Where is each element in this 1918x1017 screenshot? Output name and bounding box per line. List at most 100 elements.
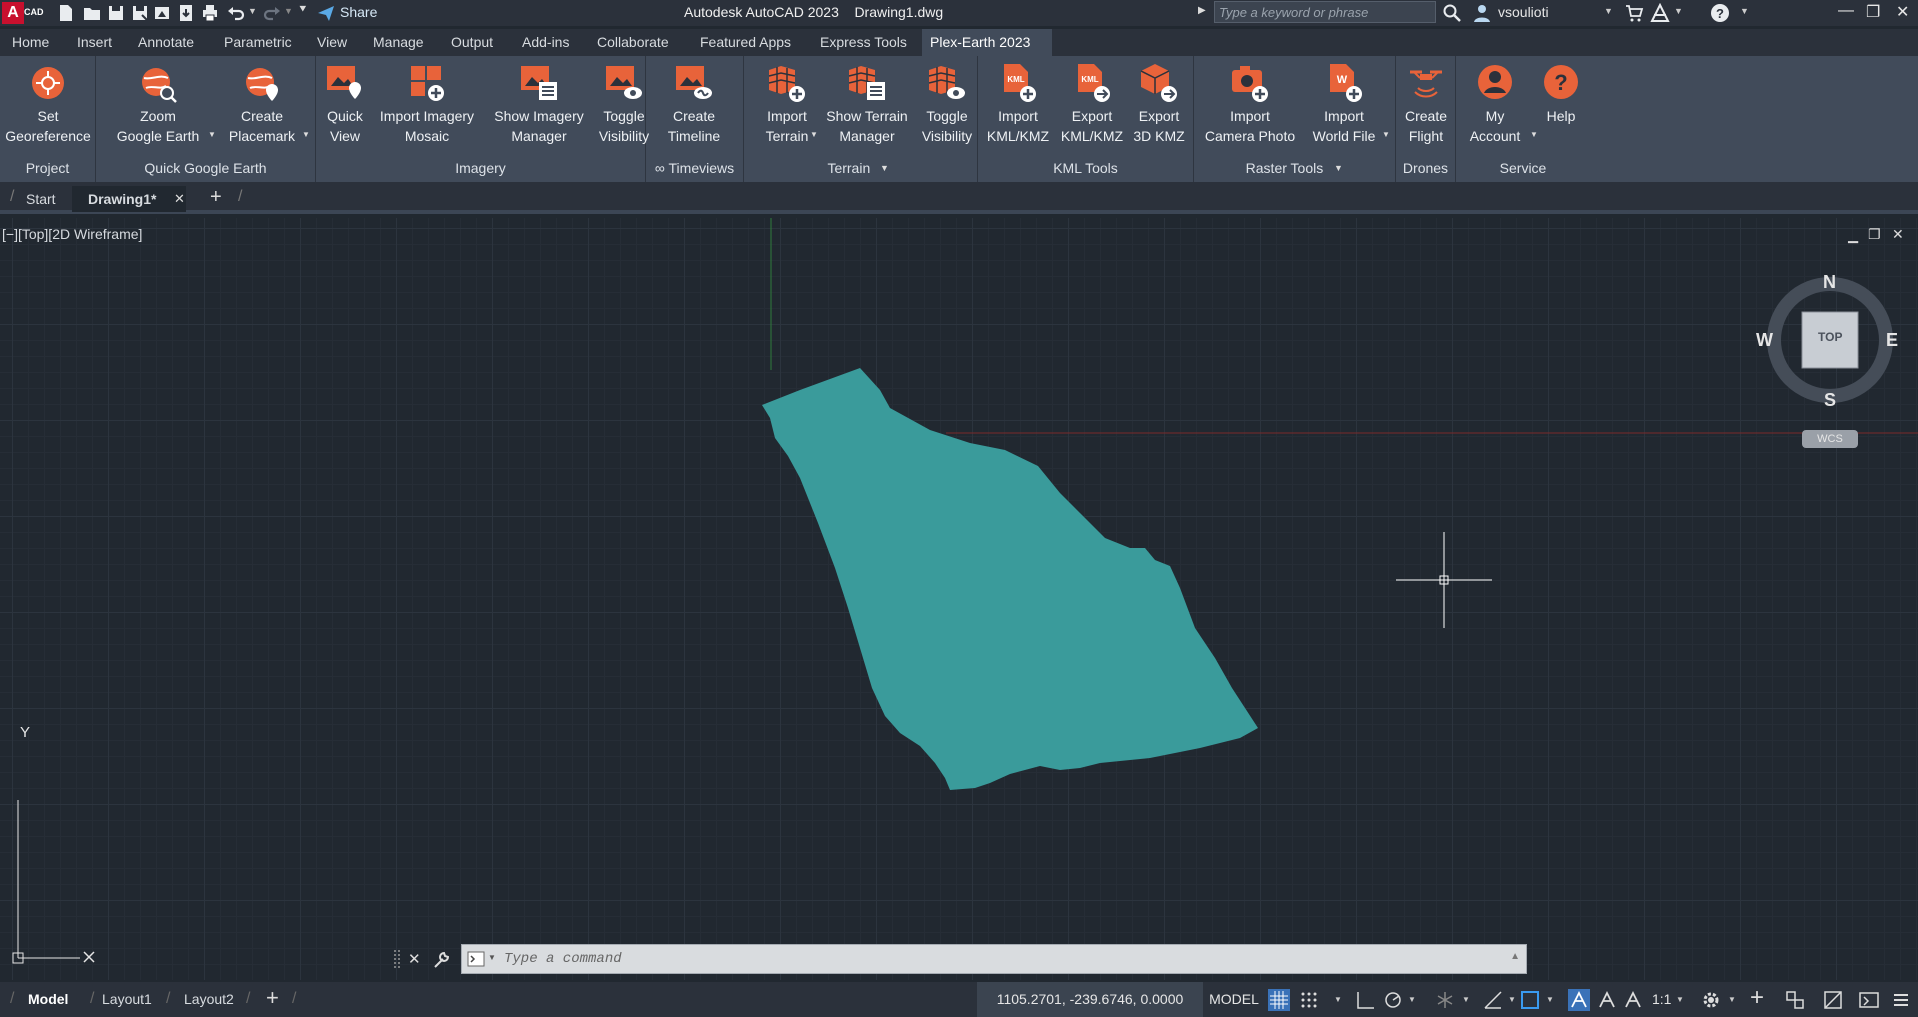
undo-dropdown-icon[interactable]: ▼ bbox=[248, 6, 257, 16]
annotation-visibility-icon[interactable] bbox=[1568, 989, 1590, 1011]
plot-icon[interactable] bbox=[200, 3, 220, 23]
compass-south-label[interactable]: S bbox=[1824, 390, 1836, 411]
polar-dropdown-icon[interactable]: ▼ bbox=[1408, 995, 1416, 1004]
customize-toolbar-icon[interactable]: ⯆ bbox=[298, 2, 308, 17]
redo-dropdown-icon[interactable]: ▼ bbox=[284, 6, 293, 16]
undo-icon[interactable] bbox=[226, 3, 246, 23]
snap-mode-icon[interactable] bbox=[1298, 989, 1320, 1011]
export-kml-kmz-button[interactable]: KML Export KML/KMZ bbox=[1056, 62, 1128, 146]
chevron-down-icon[interactable]: ▼ bbox=[1530, 130, 1538, 139]
import-kml-kmz-button[interactable]: KML Import KML/KMZ bbox=[982, 62, 1054, 146]
search-expand-icon[interactable]: ▶ bbox=[1198, 5, 1206, 16]
close-command-line-icon[interactable]: ✕ bbox=[408, 950, 421, 968]
layout2-tab[interactable]: Layout2 bbox=[184, 982, 234, 1017]
chevron-down-icon[interactable]: ▼ bbox=[1382, 130, 1390, 139]
import-world-file-button[interactable]: W Import World File bbox=[1304, 62, 1384, 146]
create-timeline-button[interactable]: Create Timeline bbox=[654, 62, 734, 146]
command-line[interactable]: ▼ ▲ bbox=[461, 944, 1527, 974]
model-space-button[interactable]: MODEL bbox=[1203, 982, 1265, 1017]
tracking-dropdown-icon[interactable]: ▼ bbox=[1508, 995, 1516, 1004]
tab-collaborate[interactable]: Collaborate bbox=[589, 29, 677, 56]
import-imagery-mosaic-button[interactable]: Import Imagery Mosaic bbox=[368, 62, 486, 146]
create-placemark-button[interactable]: Create Placemark bbox=[218, 62, 306, 146]
tab-annotate[interactable]: Annotate bbox=[130, 29, 202, 56]
save-as-icon[interactable] bbox=[130, 3, 150, 23]
viewcube-top-face[interactable]: TOP bbox=[1818, 330, 1842, 344]
object-snap-tracking-icon[interactable] bbox=[1482, 989, 1504, 1011]
help-icon[interactable]: ? bbox=[1710, 3, 1730, 23]
tab-parametric[interactable]: Parametric bbox=[216, 29, 300, 56]
show-imagery-manager-button[interactable]: Show Imagery Manager bbox=[480, 62, 598, 146]
help-button[interactable]: ? Help bbox=[1536, 62, 1586, 126]
hatched-region[interactable] bbox=[762, 368, 1258, 790]
recent-commands-dropdown-icon[interactable]: ▼ bbox=[488, 953, 496, 962]
set-georeference-button[interactable]: Set Georeference bbox=[4, 62, 92, 146]
command-history-icon[interactable]: ▲ bbox=[1510, 951, 1520, 962]
grid-display-icon[interactable] bbox=[1268, 989, 1290, 1011]
command-line-grip-icon[interactable] bbox=[390, 948, 408, 970]
command-input[interactable] bbox=[504, 948, 1464, 970]
tab-manage[interactable]: Manage bbox=[365, 29, 432, 56]
command-prompt-icon[interactable] bbox=[467, 951, 485, 967]
annotation-monitor-plus-icon[interactable]: + bbox=[1750, 984, 1764, 1012]
model-tab[interactable]: Model bbox=[28, 982, 68, 1017]
annotation-scale-icon[interactable] bbox=[1622, 989, 1644, 1011]
polar-tracking-icon[interactable] bbox=[1382, 989, 1404, 1011]
search-icon[interactable] bbox=[1442, 3, 1462, 23]
isolate-objects-icon[interactable] bbox=[1784, 989, 1806, 1011]
show-terrain-manager-button[interactable]: Show Terrain Manager bbox=[818, 62, 916, 146]
tab-plex-earth-2023[interactable]: Plex-Earth 2023 bbox=[922, 29, 1052, 56]
toggle-terrain-visibility-button[interactable]: Toggle Visibility bbox=[914, 62, 980, 146]
hardware-acceleration-icon[interactable] bbox=[1822, 989, 1844, 1011]
help-dropdown-icon[interactable]: ▼ bbox=[1740, 6, 1749, 16]
drawing-viewport[interactable]: [−][Top][2D Wireframe] ▁ ❐ ✕ Y TOP N S E… bbox=[0, 218, 1918, 980]
quick-view-button[interactable]: Quick View bbox=[320, 62, 370, 146]
tab-add-ins[interactable]: Add-ins bbox=[514, 29, 577, 56]
customization-menu-icon[interactable] bbox=[1890, 989, 1912, 1011]
wcs-menu[interactable]: WCS bbox=[1802, 430, 1858, 448]
share-button[interactable]: Share bbox=[340, 4, 377, 20]
panel-expand-icon[interactable]: ▼ bbox=[880, 163, 889, 173]
chevron-down-icon[interactable]: ▼ bbox=[302, 130, 310, 139]
import-camera-photo-button[interactable]: Import Camera Photo bbox=[1196, 62, 1304, 146]
autodesk-app-store-icon[interactable] bbox=[1650, 3, 1670, 23]
customize-wrench-icon[interactable] bbox=[432, 950, 452, 970]
annotation-scale-label[interactable]: 1:1 bbox=[1652, 991, 1671, 1007]
my-account-button[interactable]: My Account bbox=[1464, 62, 1526, 146]
minimize-icon[interactable]: — bbox=[1838, 2, 1854, 20]
isometric-drafting-icon[interactable] bbox=[1434, 989, 1456, 1011]
isometric-dropdown-icon[interactable]: ▼ bbox=[1462, 995, 1470, 1004]
user-dropdown-icon[interactable]: ▼ bbox=[1604, 6, 1613, 16]
search-box[interactable] bbox=[1214, 1, 1436, 23]
tab-output[interactable]: Output bbox=[443, 29, 501, 56]
tab-view[interactable]: View bbox=[309, 29, 355, 56]
search-input[interactable] bbox=[1215, 2, 1435, 22]
tab-insert[interactable]: Insert bbox=[69, 29, 120, 56]
auto-scale-icon[interactable] bbox=[1596, 989, 1618, 1011]
drawing1-tab[interactable]: Drawing1* bbox=[72, 186, 187, 212]
export-3d-kmz-button[interactable]: Export 3D KMZ bbox=[1128, 62, 1190, 146]
panel-expand-icon[interactable]: ▼ bbox=[1334, 163, 1343, 173]
user-icon[interactable] bbox=[1472, 3, 1492, 23]
workspace-dropdown-icon[interactable]: ▼ bbox=[1728, 995, 1736, 1004]
compass-east-label[interactable]: E bbox=[1886, 330, 1898, 351]
open-web-mobile-icon[interactable] bbox=[152, 3, 172, 23]
share-icon[interactable] bbox=[316, 3, 336, 23]
start-tab[interactable]: Start bbox=[26, 186, 56, 212]
restore-icon[interactable]: ❐ bbox=[1866, 2, 1880, 22]
snap-dropdown-icon[interactable]: ▼ bbox=[1334, 995, 1342, 1004]
save-icon[interactable] bbox=[106, 3, 126, 23]
compass-north-label[interactable]: N bbox=[1823, 272, 1836, 293]
cart-icon[interactable] bbox=[1624, 3, 1644, 23]
open-folder-icon[interactable] bbox=[82, 3, 102, 23]
coordinates-readout[interactable]: 1105.2701, -239.6746, 0.0000 bbox=[977, 982, 1203, 1017]
scale-dropdown-icon[interactable]: ▼ bbox=[1676, 995, 1684, 1004]
ortho-mode-icon[interactable] bbox=[1354, 989, 1376, 1011]
username-label[interactable]: vsoulioti bbox=[1498, 4, 1549, 20]
chevron-down-icon[interactable]: ▼ bbox=[208, 130, 216, 139]
save-web-mobile-icon[interactable] bbox=[176, 3, 196, 23]
app-menu-button[interactable]: A CAD bbox=[0, 0, 48, 26]
osnap-dropdown-icon[interactable]: ▼ bbox=[1546, 995, 1554, 1004]
close-icon[interactable]: ✕ bbox=[1896, 2, 1909, 22]
workspace-gear-icon[interactable] bbox=[1700, 989, 1722, 1011]
